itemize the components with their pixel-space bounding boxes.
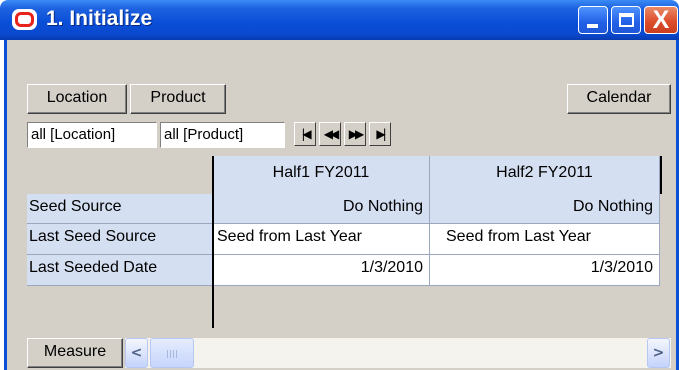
grip-line: [176, 350, 177, 358]
minimize-button[interactable]: [578, 6, 608, 34]
chevron-left-icon: <: [130, 345, 143, 361]
grid-empty-area: [213, 286, 671, 338]
grid-cell[interactable]: Do Nothing: [213, 194, 430, 224]
previous-page-icon: ◀◀: [323, 127, 339, 141]
scroll-thumb[interactable]: [150, 338, 194, 368]
product-button[interactable]: Product: [130, 84, 226, 114]
next-page-icon: ▶▶: [348, 127, 364, 141]
maximize-button[interactable]: [611, 6, 641, 34]
horizontal-scrollbar[interactable]: < >: [125, 338, 671, 368]
grip-line: [170, 350, 171, 358]
location-filter[interactable]: all [Location]: [27, 122, 157, 148]
grid-cell[interactable]: 1/3/2010: [430, 255, 660, 286]
grid-cell[interactable]: Seed from Last Year: [430, 224, 660, 255]
grip-line: [167, 350, 168, 358]
last-page-icon: ▶|: [376, 127, 386, 141]
row-header-last-seed-source[interactable]: Last Seed Source: [27, 224, 213, 255]
maximize-icon: [619, 13, 634, 27]
grid-cell[interactable]: Seed from Last Year: [213, 224, 430, 255]
grid-corner: [27, 156, 213, 194]
close-button[interactable]: X: [644, 6, 678, 34]
close-icon: X: [652, 6, 670, 34]
grid-cell[interactable]: Do Nothing: [430, 194, 660, 224]
row-header-seed-source[interactable]: Seed Source: [27, 194, 213, 224]
oracle-logo-icon: [12, 9, 37, 30]
product-filter[interactable]: all [Product]: [160, 122, 285, 148]
first-page-button[interactable]: |◀: [294, 122, 316, 146]
calendar-button[interactable]: Calendar: [567, 84, 671, 114]
location-button[interactable]: Location: [27, 84, 127, 114]
minimize-icon: [587, 24, 598, 28]
chevron-right-icon: >: [652, 345, 665, 361]
app-window: 1. Initialize X Location Product Calenda…: [0, 0, 679, 370]
title-bar[interactable]: 1. Initialize X: [0, 0, 679, 40]
grip-line: [173, 350, 174, 358]
scroll-right-button[interactable]: >: [647, 338, 670, 368]
next-page-button[interactable]: ▶▶: [344, 122, 366, 146]
column-header-half2[interactable]: Half2 FY2011: [430, 156, 660, 194]
column-header-end-divider: [660, 156, 662, 194]
row-header-last-seeded-date[interactable]: Last Seeded Date: [27, 255, 213, 286]
row-header-filler: [27, 286, 213, 326]
scroll-left-button[interactable]: <: [125, 338, 148, 368]
row-header-divider: [212, 156, 214, 328]
column-header-half1[interactable]: Half1 FY2011: [213, 156, 430, 194]
grid-cell[interactable]: 1/3/2010: [213, 255, 430, 286]
window-title: 1. Initialize: [46, 7, 153, 30]
measure-button[interactable]: Measure: [27, 338, 123, 368]
first-page-icon: |◀: [301, 127, 311, 141]
previous-page-button[interactable]: ◀◀: [319, 122, 341, 146]
last-page-button[interactable]: ▶|: [369, 122, 391, 146]
